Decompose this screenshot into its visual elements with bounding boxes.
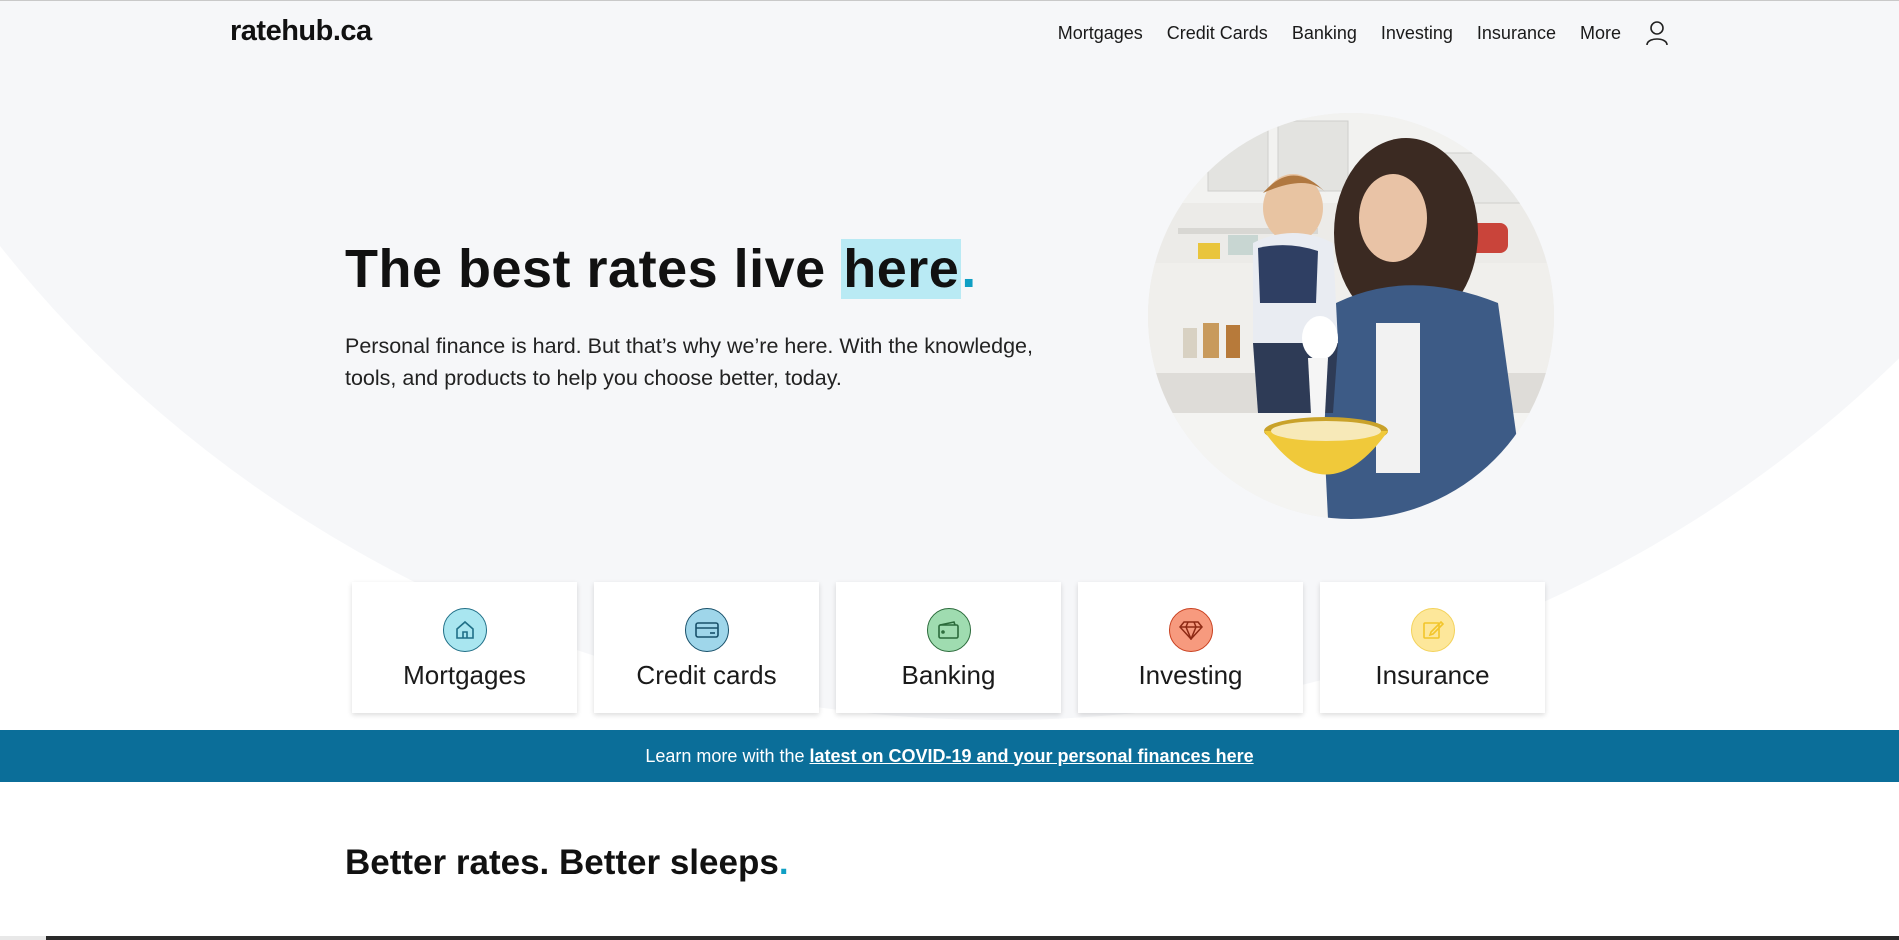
covid-banner: Learn more with the latest on COVID-19 a… [0,730,1899,782]
user-account-icon[interactable] [1645,20,1669,46]
hero-headline: The best rates live here. [345,238,977,300]
edit-icon [1410,608,1455,652]
hero-subtext: Personal finance is hard. But that’s why… [345,334,1033,390]
wallet-icon [926,608,971,652]
hero-photo [1148,113,1554,519]
category-label-investing: Investing [1138,660,1243,690]
category-card-credit-cards[interactable]: Credit cards [594,582,819,713]
section-title-text: Better rates. Better sleeps [345,843,779,882]
section-title: Better rates. Better sleeps. [345,843,789,883]
category-label-insurance: Insurance [1375,660,1490,690]
category-label-credit-cards: Credit cards [636,660,777,690]
hero-headline-dot: . [961,239,977,299]
main-nav: Mortgages Credit Cards Banking Investing… [1034,20,1669,46]
house-icon [442,608,487,652]
hero-headline-highlight: here [841,239,962,299]
category-label-banking: Banking [901,660,996,690]
nav-credit-cards[interactable]: Credit Cards [1167,23,1268,44]
site-logo[interactable]: ratehub.ca [230,15,372,48]
category-cards: Mortgages Credit cards Banking Investing… [352,582,1562,713]
bottom-edge [0,936,1899,940]
section-title-dot: . [778,843,789,882]
banner-covid-link[interactable]: latest on COVID-19 and your personal fin… [809,746,1253,767]
category-label-mortgages: Mortgages [403,660,526,690]
category-card-mortgages[interactable]: Mortgages [352,582,577,713]
credit-card-icon [684,608,729,652]
diamond-icon [1168,608,1213,652]
nav-insurance[interactable]: Insurance [1477,23,1556,44]
top-border [0,0,1899,1]
category-card-investing[interactable]: Investing [1078,582,1303,713]
nav-investing[interactable]: Investing [1381,23,1453,44]
banner-text: Learn more with the [645,745,805,766]
category-card-banking[interactable]: Banking [836,582,1061,713]
nav-more[interactable]: More [1580,23,1621,44]
nav-mortgages[interactable]: Mortgages [1058,23,1143,44]
hero-headline-text: The best rates live [345,239,842,299]
nav-banking[interactable]: Banking [1292,23,1357,44]
category-card-insurance[interactable]: Insurance [1320,582,1545,713]
